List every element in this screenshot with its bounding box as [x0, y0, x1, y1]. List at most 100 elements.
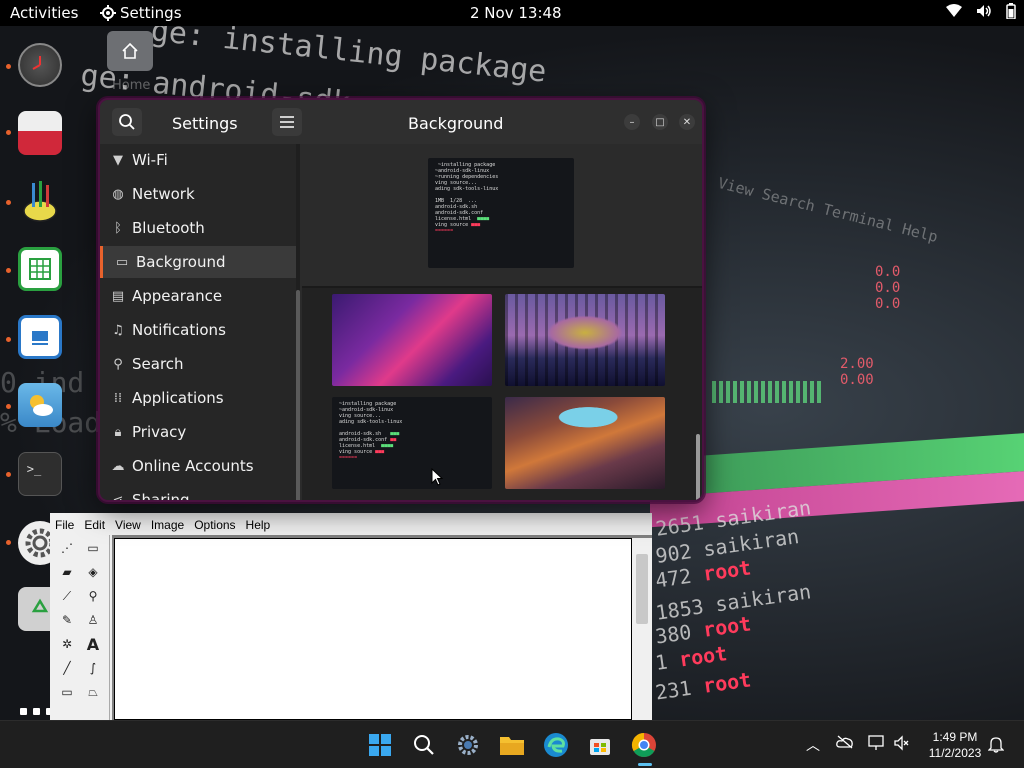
screenshot-app-icon[interactable]	[18, 111, 62, 155]
scrollbar-thumb[interactable]	[636, 554, 648, 624]
gear-icon	[100, 5, 116, 21]
sidebar-item-appearance[interactable]: ▤ Appearance	[100, 280, 296, 312]
process-pid: 2651	[654, 510, 706, 541]
paint-menu-bar: File Edit View Image Options Help	[50, 513, 652, 535]
app-menu[interactable]: Settings	[100, 4, 182, 22]
clock-app-icon[interactable]	[18, 43, 62, 87]
search-icon	[414, 735, 434, 755]
sidebar-item-label: Bluetooth	[132, 219, 205, 237]
airbrush-tool[interactable]: ✲	[56, 633, 78, 655]
windows-logo-icon	[369, 734, 391, 756]
maximize-icon: □	[655, 116, 665, 128]
volume-icon	[977, 5, 991, 17]
taskbar-store[interactable]	[586, 731, 614, 759]
home-folder-label: Home	[112, 78, 151, 93]
paint-canvas-area	[112, 535, 652, 720]
sidebar-item-wi-fi[interactable]: ▼ Wi-Fi	[100, 144, 296, 176]
menu-edit[interactable]: Edit	[79, 513, 110, 535]
minimize-button[interactable]: –	[624, 114, 640, 130]
store-icon	[590, 739, 610, 755]
taskbar-settings-app[interactable]	[454, 731, 482, 759]
taskbar-file-explorer[interactable]	[498, 731, 526, 759]
sidebar-scrollbar-thumb[interactable]	[296, 290, 300, 500]
system-status-area[interactable]	[946, 3, 1016, 19]
running-indicator	[6, 64, 11, 69]
settings-headerbar: Settings Background – □ ✕	[100, 100, 702, 144]
taskbar-edge[interactable]	[542, 731, 570, 759]
rectangle-tool[interactable]: ▭	[56, 681, 78, 703]
sidebar-item-applications[interactable]: ⁞⁞ Applications	[100, 382, 296, 414]
sidebar-item-label: Applications	[132, 389, 224, 407]
settings-title: Settings	[172, 114, 238, 133]
settings-sidebar: ▼ Wi-Fi ◍ Network ᛒ Bluetooth ▭ Background ▤ Appe…	[100, 144, 298, 500]
start-button[interactable]	[366, 731, 394, 759]
weather-app-icon[interactable]	[18, 383, 62, 427]
free-select-tool[interactable]: ⋰	[56, 537, 78, 559]
spreadsheet-app-icon[interactable]	[18, 247, 62, 291]
show-apps-button[interactable]	[20, 708, 53, 715]
edge-icon	[544, 733, 568, 757]
sidebar-item-search[interactable]: ⚲ Search	[100, 348, 296, 380]
process-pid: 231	[653, 675, 693, 705]
polygon-tool[interactable]: ⏢	[82, 681, 104, 703]
taskbar-chrome[interactable]	[630, 731, 658, 759]
curve-tool[interactable]: ∫	[82, 657, 104, 679]
home-folder-icon[interactable]	[107, 31, 153, 71]
menu-view[interactable]: View	[110, 513, 146, 535]
clock[interactable]: 2 Nov 13:48	[470, 4, 562, 22]
network-icon: ◍	[112, 186, 124, 202]
menu-image[interactable]: Image	[146, 513, 189, 535]
wallpaper-option-canyon[interactable]	[505, 397, 665, 489]
content-scrollbar[interactable]	[696, 434, 700, 500]
sidebar-item-privacy[interactable]: 🔒︎ Privacy	[100, 416, 296, 448]
process-user: saikiran	[713, 579, 813, 617]
sidebar-item-network[interactable]: ◍ Network	[100, 178, 296, 210]
menu-file[interactable]: File	[50, 513, 79, 535]
taskbar-search-button[interactable]	[410, 731, 438, 759]
close-icon: ✕	[682, 116, 692, 128]
paint-canvas[interactable]	[114, 538, 632, 720]
wifi-icon	[946, 4, 962, 17]
chevron-up-icon[interactable]: ︿	[806, 735, 820, 755]
fill-tool[interactable]: ◈	[82, 561, 104, 583]
folder-icon	[500, 737, 524, 755]
color-picker-tool[interactable]: ⟋	[56, 585, 78, 607]
sidebar-item-background[interactable]: ▭ Background	[100, 246, 296, 278]
sidebar-item-sharing[interactable]: ⋖ Sharing	[100, 484, 296, 500]
mouse-cursor-icon	[431, 468, 443, 486]
text-tool[interactable]: A	[82, 633, 104, 655]
menu-options[interactable]: Options	[189, 513, 240, 535]
wallpaper-option-galaxy[interactable]	[332, 294, 492, 386]
settings-search-button[interactable]	[112, 108, 142, 136]
app-menu-label: Settings	[120, 4, 182, 22]
menu-help[interactable]: Help	[241, 513, 276, 535]
pencil-tool[interactable]: ✎	[56, 609, 78, 631]
eraser-tool[interactable]: ▰	[56, 561, 78, 583]
wallpaper-stats: 0.0 0.0 0.0	[875, 264, 901, 312]
notification-bell-icon[interactable]	[987, 735, 1005, 757]
paint-app-icon[interactable]	[18, 179, 62, 223]
network-icon[interactable]	[868, 735, 886, 755]
sidebar-item-label: Privacy	[132, 423, 187, 441]
terminal-app-icon[interactable]: >_	[18, 452, 62, 496]
brush-tool[interactable]: ♙	[82, 609, 104, 631]
muted-speaker-icon[interactable]	[894, 735, 910, 755]
process-user: root	[701, 611, 753, 642]
hamburger-menu-button[interactable]	[272, 108, 302, 136]
sidebar-item-online-accounts[interactable]: ☁ Online Accounts	[100, 450, 296, 482]
close-button[interactable]: ✕	[679, 114, 695, 130]
taskbar-clock[interactable]: 1:49 PM 11/2/2023	[920, 729, 990, 761]
sidebar-item-bluetooth[interactable]: ᛒ Bluetooth	[100, 212, 296, 244]
activities-button[interactable]: Activities	[10, 4, 78, 22]
maximize-button[interactable]: □	[652, 114, 668, 130]
rect-select-tool[interactable]: ▭	[82, 537, 104, 559]
wallpaper-option-terminal[interactable]: ~installing package ~android-sdk-linux v…	[332, 397, 492, 489]
wallpaper-option-sphere[interactable]	[505, 294, 665, 386]
magnifier-tool[interactable]: ⚲	[82, 585, 104, 607]
line-tool[interactable]: ╱	[56, 657, 78, 679]
house-icon	[122, 42, 138, 59]
sidebar-item-notifications[interactable]: ♫ Notifications	[100, 314, 296, 346]
vertical-scrollbar[interactable]	[632, 538, 652, 720]
writer-app-icon[interactable]	[18, 315, 62, 359]
onedrive-icon[interactable]	[836, 735, 854, 753]
